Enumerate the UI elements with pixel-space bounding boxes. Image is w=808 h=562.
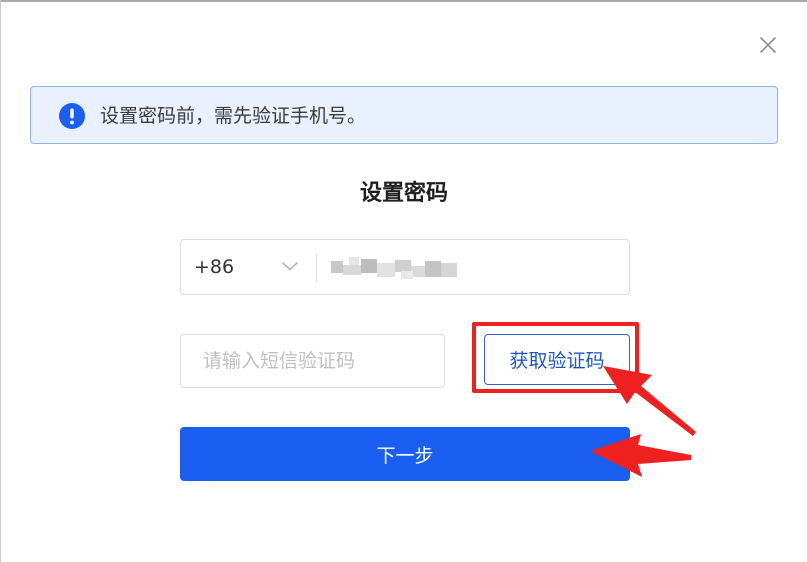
sms-code-input[interactable] bbox=[180, 334, 445, 388]
window-top-border bbox=[0, 0, 808, 2]
phone-field: +86 bbox=[180, 239, 630, 295]
info-icon bbox=[59, 103, 85, 129]
close-icon bbox=[759, 36, 777, 54]
window-left-border bbox=[0, 0, 1, 562]
alert-message: 设置密码前，需先验证手机号。 bbox=[100, 105, 367, 127]
country-code-value: +86 bbox=[194, 256, 235, 278]
close-button[interactable] bbox=[757, 34, 779, 56]
get-code-button[interactable]: 获取验证码 bbox=[484, 334, 630, 385]
info-alert: 设置密码前，需先验证手机号。 bbox=[30, 86, 778, 144]
country-code-select[interactable]: +86 bbox=[181, 240, 315, 294]
next-step-button[interactable]: 下一步 bbox=[180, 427, 630, 481]
field-divider bbox=[316, 254, 317, 282]
phone-number-input[interactable] bbox=[331, 248, 621, 286]
page-title: 设置密码 bbox=[359, 181, 448, 206]
chevron-down-icon bbox=[281, 261, 299, 271]
